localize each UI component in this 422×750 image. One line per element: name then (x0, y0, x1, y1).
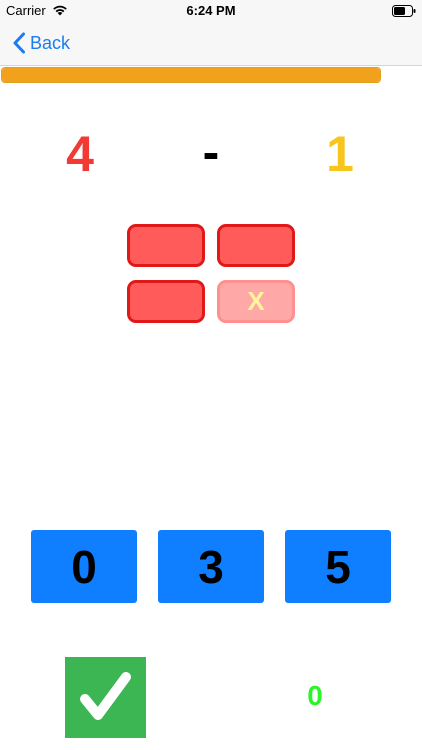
chevron-left-icon (13, 32, 25, 54)
equation-operator: - (202, 124, 220, 180)
count-tile-crossed: X (217, 280, 295, 323)
answer-button-0[interactable]: 0 (31, 530, 137, 603)
status-bar: Carrier 6:24 PM (0, 0, 422, 22)
count-tile (217, 224, 295, 267)
progress-bar (1, 67, 381, 83)
answer-button-1[interactable]: 3 (158, 530, 264, 603)
equation-right-number: 1 (326, 126, 354, 182)
score-counter: 0 (307, 680, 323, 711)
equation-left-number: 4 (66, 126, 94, 182)
navigation-bar: Back (0, 22, 422, 66)
back-label: Back (30, 32, 71, 53)
status-time: 6:24 PM (186, 3, 236, 18)
count-tile (127, 224, 205, 267)
check-button[interactable] (65, 657, 146, 738)
answer-button-2[interactable]: 5 (285, 530, 391, 603)
back-button[interactable]: Back (12, 30, 70, 56)
battery-icon (392, 5, 416, 17)
checkmark-icon (80, 672, 131, 720)
count-tile (127, 280, 205, 323)
progress-fill (2, 68, 380, 82)
